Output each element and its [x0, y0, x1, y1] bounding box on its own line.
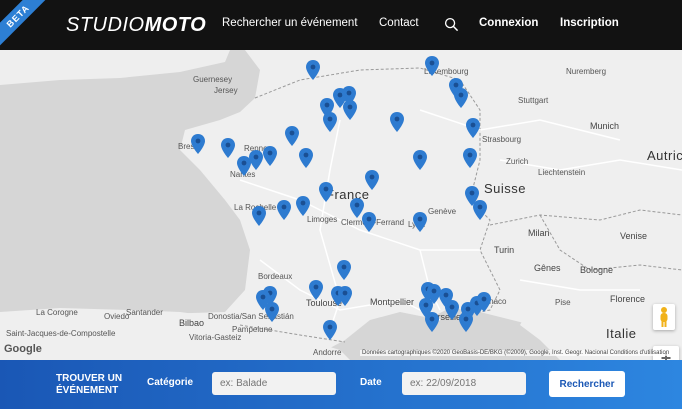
- map-label-geneva: Genève: [428, 207, 457, 216]
- map-marker-icon[interactable]: [337, 260, 351, 280]
- date-input[interactable]: [402, 372, 526, 395]
- map-label-nuremberg: Nuremberg: [566, 67, 607, 76]
- map-marker-icon[interactable]: [249, 150, 263, 170]
- map-label-bordeaux: Bordeaux: [258, 272, 293, 281]
- logo[interactable]: STUDIOMOTO: [66, 14, 206, 37]
- map-label-santander: Santander: [126, 308, 163, 317]
- map-label-zurich: Zurich: [506, 157, 529, 166]
- map-label-oviedo: Oviedo: [104, 312, 130, 321]
- map-label-jersey: Jersey: [214, 86, 238, 95]
- map-label-pamplona: Pampelune: [232, 325, 273, 334]
- map-marker-icon[interactable]: [319, 182, 333, 202]
- map-label-venice: Venise: [620, 231, 648, 241]
- map-label-munich: Munich: [590, 121, 620, 131]
- map-marker-icon[interactable]: [221, 138, 235, 158]
- logo-moto: MOTO: [144, 14, 207, 36]
- pegman-icon[interactable]: [653, 304, 675, 330]
- map-marker-icon[interactable]: [323, 320, 337, 340]
- nav-login-link[interactable]: Connexion: [479, 17, 538, 29]
- map-marker-icon[interactable]: [459, 312, 473, 332]
- search-bar-title-line2: ÉVÉNEMENT: [56, 385, 119, 396]
- map-label-bilbao: Bilbao: [179, 318, 205, 328]
- map-marker-icon[interactable]: [338, 286, 352, 306]
- nav-search-event-link[interactable]: Rechercher un événement: [222, 17, 358, 29]
- search-submit-button[interactable]: Rechercher: [549, 371, 625, 397]
- map-label-montpellier: Montpellier: [370, 297, 415, 307]
- map-marker-icon[interactable]: [473, 200, 487, 220]
- map-marker-icon[interactable]: [362, 212, 376, 232]
- map-marker-icon[interactable]: [343, 100, 357, 120]
- map-marker-icon[interactable]: [445, 300, 459, 320]
- map-label-florence: Florence: [610, 294, 646, 304]
- map-marker-icon[interactable]: [277, 200, 291, 220]
- event-map[interactable]: Guernesey Jersey Luxembourg Nuremberg St…: [0, 50, 682, 360]
- logo-studio: STUDIO: [66, 14, 145, 36]
- map-marker-icon[interactable]: [191, 134, 205, 154]
- nav-contact-link[interactable]: Contact: [379, 17, 419, 29]
- map-marker-icon[interactable]: [285, 126, 299, 146]
- map-marker-icon[interactable]: [309, 280, 323, 300]
- map-marker-icon[interactable]: [299, 148, 313, 168]
- map-label-milan: Milan: [528, 228, 550, 238]
- map-label-switzerland: Suisse: [484, 181, 527, 196]
- map-label-strasbourg: Strasbourg: [482, 135, 522, 144]
- map-marker-icon[interactable]: [296, 196, 310, 216]
- map-marker-icon[interactable]: [265, 302, 279, 322]
- map-label-vitoria: Vitoria-Gasteiz: [189, 333, 242, 342]
- map-marker-icon[interactable]: [306, 60, 320, 80]
- map-attribution[interactable]: Données cartographiques ©2020 GeoBasis-D…: [360, 350, 672, 356]
- map-label-bologna: Bologne: [580, 265, 614, 275]
- map-marker-icon[interactable]: [477, 292, 491, 312]
- beta-badge: BETA: [0, 0, 52, 50]
- top-navbar: BETA STUDIOMOTO Rechercher un événement …: [0, 0, 682, 50]
- map-marker-icon[interactable]: [323, 112, 337, 132]
- nav-signup-link[interactable]: Inscription: [560, 17, 619, 29]
- map-label-austria: Autric: [647, 148, 682, 163]
- map-marker-icon[interactable]: [466, 118, 480, 138]
- map-label-limoges: Limoges: [307, 215, 338, 224]
- map-marker-icon[interactable]: [390, 112, 404, 132]
- date-label: Date: [360, 377, 382, 388]
- search-bar-title: TROUVER UN ÉVÉNEMENT: [56, 373, 122, 397]
- search-bar-title-line1: TROUVER UN: [56, 373, 123, 384]
- map-marker-icon[interactable]: [413, 150, 427, 170]
- map-label-santiago: Saint-Jacques-de-Compostelle: [6, 329, 116, 338]
- map-label-genoa: Gênes: [534, 263, 561, 273]
- map-marker-icon[interactable]: [454, 88, 468, 108]
- map-marker-icon[interactable]: [252, 206, 266, 226]
- map-label-stuttgart: Stuttgart: [518, 96, 549, 105]
- map-label-guernsey: Guernesey: [193, 75, 233, 84]
- category-label: Catégorie: [147, 377, 194, 388]
- map-label-italy: Italie: [606, 326, 637, 341]
- map-marker-icon[interactable]: [425, 56, 439, 76]
- map-marker-icon[interactable]: [263, 146, 277, 166]
- map-label-liechtenstein: Liechtenstein: [538, 168, 586, 177]
- map-marker-icon[interactable]: [365, 170, 379, 190]
- map-label-turin: Turin: [494, 245, 515, 255]
- map-label-andorra: Andorre: [313, 348, 342, 357]
- map-marker-icon[interactable]: [413, 212, 427, 232]
- map-label-lacoruna: La Corogne: [36, 308, 78, 317]
- map-marker-icon[interactable]: [463, 148, 477, 168]
- map-marker-icon[interactable]: [425, 312, 439, 332]
- search-icon[interactable]: [444, 17, 459, 32]
- google-logo[interactable]: Google: [4, 343, 42, 355]
- map-label-pisa: Pise: [555, 298, 571, 307]
- map-label-donostia: Donostia/San Sebastián: [208, 312, 294, 321]
- category-input[interactable]: [212, 372, 336, 395]
